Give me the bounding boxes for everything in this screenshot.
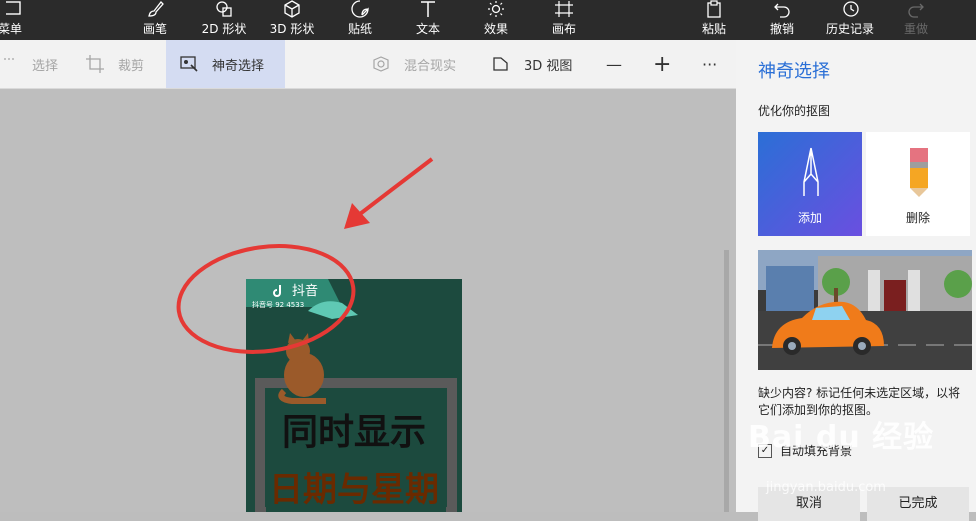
artwork-line2: 日期与星期 bbox=[269, 470, 439, 510]
panel-title: 神奇选择 bbox=[758, 61, 830, 82]
shapes-2d-icon bbox=[216, 1, 232, 17]
annotation-circle bbox=[176, 244, 356, 354]
select-tool[interactable]: 选择 bbox=[0, 40, 58, 88]
more-options-button[interactable]: ··· bbox=[702, 40, 717, 88]
clipboard-icon bbox=[707, 0, 721, 18]
text-icon bbox=[421, 1, 435, 17]
top-toolbar: 菜单 画笔 2D 形状 3D 形状 贴纸 文本 效果 画布 粘贴 撤销 历史记录 bbox=[0, 0, 976, 40]
magic-select-tool[interactable]: 神奇选择 bbox=[166, 40, 285, 88]
shapes-2d-button[interactable]: 2D 形状 bbox=[196, 0, 252, 40]
history-clock-icon bbox=[843, 1, 859, 17]
sub-toolbar: 选择 裁剪 神奇选择 混合现实 3D 视图 — + ··· bbox=[0, 40, 736, 89]
mixed-reality-icon bbox=[373, 56, 389, 72]
shapes-3d-button[interactable]: 3D 形状 bbox=[264, 0, 320, 40]
zoom-in-button[interactable]: + bbox=[653, 40, 671, 88]
mixed-reality-tool[interactable]: 混合现实 bbox=[372, 40, 456, 88]
redo-button[interactable]: 重做 bbox=[896, 0, 936, 40]
sticker-icon bbox=[351, 0, 369, 18]
brush-icon bbox=[148, 1, 164, 17]
add-label: 添加 bbox=[797, 211, 822, 225]
eraser-remove-icon bbox=[910, 148, 928, 197]
magic-select-icon bbox=[180, 56, 198, 72]
annotation-arrow-line bbox=[354, 157, 434, 219]
paste-button[interactable]: 粘贴 bbox=[694, 0, 734, 40]
watermark-brand: Bai du 经验 bbox=[748, 420, 935, 455]
watermark-url: jingyan.baidu.com bbox=[766, 480, 886, 495]
zoom-out-button[interactable]: — bbox=[606, 40, 622, 88]
view-3d-tool[interactable]: 3D 视图 bbox=[492, 40, 572, 88]
menu-button[interactable]: 菜单 bbox=[0, 0, 28, 40]
cube-icon bbox=[284, 0, 300, 18]
redo-icon bbox=[908, 3, 924, 18]
undo-button[interactable]: 撤销 bbox=[762, 0, 802, 40]
pen-add-icon bbox=[803, 147, 819, 196]
history-button[interactable]: 历史记录 bbox=[822, 0, 878, 40]
crop-icon bbox=[86, 55, 104, 73]
view-3d-icon bbox=[493, 57, 508, 71]
panel-subtitle: 优化你的抠图 bbox=[758, 104, 831, 118]
remove-card[interactable]: 删除 bbox=[866, 132, 970, 236]
remove-label: 删除 bbox=[905, 211, 930, 225]
text-button[interactable]: 文本 bbox=[408, 0, 448, 40]
effects-button[interactable]: 效果 bbox=[476, 0, 516, 40]
annotation-overlay bbox=[176, 157, 434, 354]
canvas-button[interactable]: 画布 bbox=[544, 0, 584, 40]
stickers-button[interactable]: 贴纸 bbox=[340, 0, 380, 40]
canvas-crop-icon bbox=[555, 1, 573, 17]
undo-icon bbox=[774, 3, 790, 18]
canvas-area[interactable]: 抖音 抖音号 92 4533 同时显示 日期与星期 bbox=[0, 89, 736, 512]
crop-tool[interactable]: 裁剪 bbox=[86, 40, 144, 88]
add-card[interactable]: 添加 bbox=[758, 132, 862, 236]
menu-folder-icon bbox=[6, 1, 21, 15]
canvas-scrollbar[interactable] bbox=[724, 250, 729, 512]
sun-icon bbox=[488, 1, 504, 17]
brushes-button[interactable]: 画笔 bbox=[130, 0, 180, 40]
artwork-line1: 同时显示 bbox=[282, 412, 426, 453]
example-illustration bbox=[758, 250, 972, 370]
select-icon bbox=[4, 58, 14, 60]
